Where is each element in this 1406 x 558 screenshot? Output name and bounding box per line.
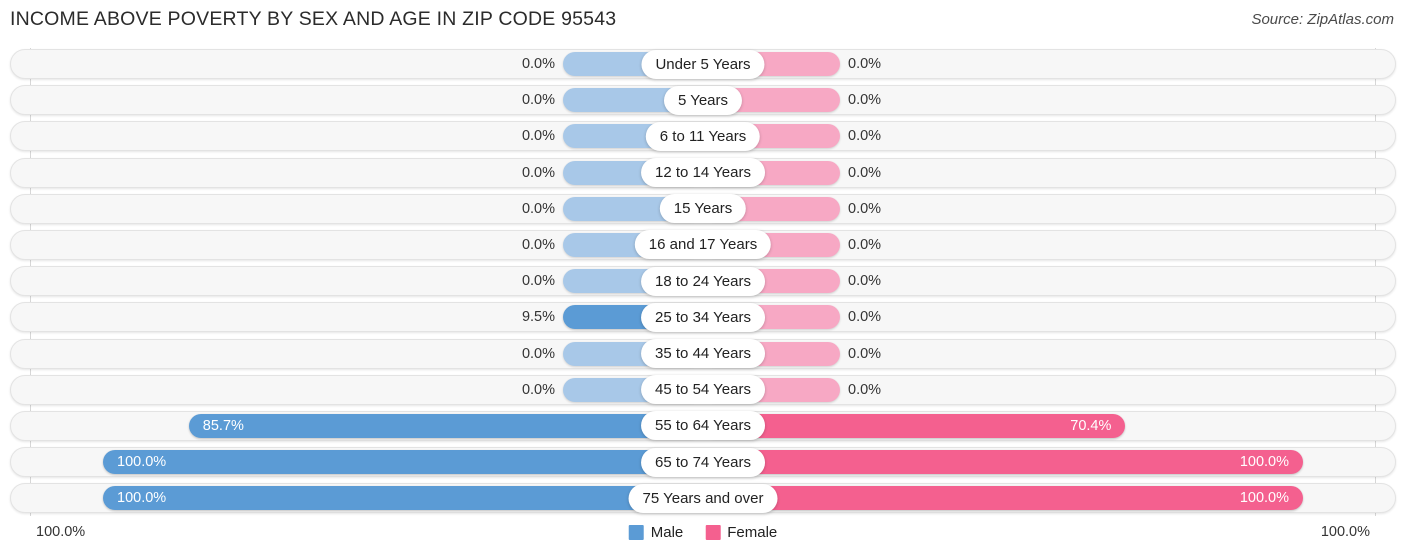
category-label: 15 Years <box>659 194 747 224</box>
axis-label-left: 100.0% <box>36 524 86 540</box>
chart-row: 0.0% 0.0% 18 to 24 Years <box>0 265 1406 301</box>
category-label: 75 Years and over <box>628 483 778 513</box>
chart-row: 0.0% 0.0% Under 5 Years <box>0 48 1406 84</box>
category-label: 35 to 44 Years <box>641 339 765 368</box>
value-label-male: 0.0% <box>521 92 555 109</box>
value-label-male: 0.0% <box>521 200 555 217</box>
chart-row: 0.0% 0.0% 45 to 54 Years <box>0 374 1406 410</box>
axis-label-right: 100.0% <box>1320 524 1370 540</box>
category-label: 55 to 64 Years <box>641 411 765 441</box>
value-label-male: 0.0% <box>521 236 555 253</box>
value-label-male: 0.0% <box>521 273 555 290</box>
value-label-female: 0.0% <box>848 128 882 145</box>
value-label-female: 100.0% <box>1239 454 1289 471</box>
source-attribution: Source: ZipAtlas.com <box>1251 11 1394 28</box>
value-label-female: 0.0% <box>848 381 882 398</box>
value-label-female: 0.0% <box>848 164 882 181</box>
chart-legend: Male Female <box>628 524 777 541</box>
chart-row: 100.0% 100.0% 65 to 74 Years <box>0 446 1406 482</box>
value-label-female: 0.0% <box>848 92 882 109</box>
value-label-male: 100.0% <box>117 490 167 507</box>
category-label: 5 Years <box>663 85 743 115</box>
chart-row: 0.0% 0.0% 12 to 14 Years <box>0 157 1406 193</box>
chart-row: 85.7% 70.4% 55 to 64 Years <box>0 410 1406 446</box>
value-label-male: 0.0% <box>521 128 555 145</box>
legend-item-female[interactable]: Female <box>705 524 777 541</box>
page-title: INCOME ABOVE POVERTY BY SEX AND AGE IN Z… <box>10 8 617 30</box>
value-label-male: 85.7% <box>202 417 244 434</box>
category-label: 12 to 14 Years <box>641 158 765 188</box>
chart-rows: 0.0% 0.0% Under 5 Years 0.0% 0.0% 5 Years 0.0%… <box>0 48 1406 518</box>
value-label-male: 9.5% <box>521 309 555 326</box>
diverging-bar-chart: 0.0% 0.0% Under 5 Years 0.0% 0.0% 5 Years 0.0%… <box>0 48 1406 518</box>
value-label-female: 0.0% <box>848 236 882 253</box>
chart-row: 0.0% 0.0% 15 Years <box>0 193 1406 229</box>
value-label-female: 70.4% <box>1070 417 1112 434</box>
chart-header: INCOME ABOVE POVERTY BY SEX AND AGE IN Z… <box>0 0 1406 42</box>
legend-label-male: Male <box>650 524 684 541</box>
category-label: 18 to 24 Years <box>641 266 765 296</box>
value-label-female: 100.0% <box>1239 490 1289 507</box>
category-label: Under 5 Years <box>641 49 765 79</box>
category-label: 65 to 74 Years <box>641 447 765 477</box>
chart-row: 0.0% 0.0% 35 to 44 Years <box>0 338 1406 374</box>
legend-label-female: Female <box>727 524 778 541</box>
category-label: 25 to 34 Years <box>641 302 765 332</box>
value-label-male: 100.0% <box>117 454 167 471</box>
category-label: 45 to 54 Years <box>641 375 765 405</box>
legend-swatch-female-icon <box>705 525 721 540</box>
chart-footer: 100.0% Male Female 100.0% <box>0 518 1406 558</box>
legend-item-male[interactable]: Male <box>628 524 684 541</box>
category-label: 16 and 17 Years <box>634 230 772 260</box>
value-label-female: 0.0% <box>848 56 882 72</box>
value-label-male: 0.0% <box>521 164 555 181</box>
value-label-male: 0.0% <box>521 56 555 72</box>
value-label-female: 0.0% <box>848 273 882 290</box>
value-label-male: 0.0% <box>521 345 555 362</box>
value-label-female: 0.0% <box>848 309 882 326</box>
legend-swatch-male-icon <box>628 525 644 540</box>
chart-row: 0.0% 0.0% 16 and 17 Years <box>0 229 1406 265</box>
value-label-female: 0.0% <box>848 345 882 362</box>
chart-row: 9.5% 0.0% 25 to 34 Years <box>0 301 1406 337</box>
chart-row: 0.0% 0.0% 5 Years <box>0 84 1406 120</box>
value-label-male: 0.0% <box>521 381 555 398</box>
value-label-female: 0.0% <box>848 200 882 217</box>
chart-row: 100.0% 100.0% 75 Years and over <box>0 482 1406 518</box>
chart-row: 0.0% 0.0% 6 to 11 Years <box>0 120 1406 156</box>
category-label: 6 to 11 Years <box>645 121 761 151</box>
